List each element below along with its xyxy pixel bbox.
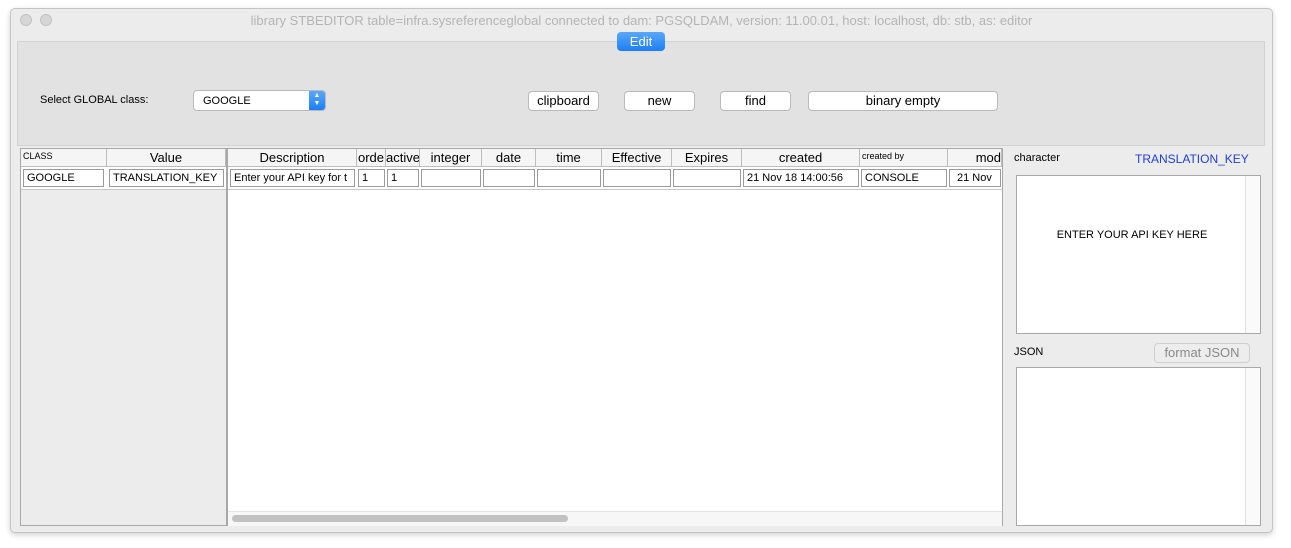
character-value: ENTER YOUR API KEY HERE bbox=[1056, 229, 1208, 241]
title-bar: library STBEDITOR table=infra.sysreferen… bbox=[11, 9, 1272, 31]
class-table: CLASS Value GOOGLE TRANSLATION_KEY bbox=[20, 148, 227, 526]
order-cell[interactable]: 1 bbox=[358, 169, 385, 187]
json-label: JSON bbox=[1014, 346, 1044, 358]
effective-cell[interactable] bbox=[603, 169, 671, 187]
date-cell[interactable] bbox=[483, 169, 535, 187]
integer-cell[interactable] bbox=[421, 169, 481, 187]
column-header-order[interactable]: orde bbox=[357, 149, 386, 167]
class-select[interactable]: GOOGLE ▲ ▼ bbox=[193, 90, 326, 111]
find-button[interactable]: find bbox=[720, 91, 791, 111]
reference-table: Description orde active integer date tim… bbox=[227, 148, 1003, 526]
column-header-effective[interactable]: Effective bbox=[602, 149, 672, 167]
value-cell[interactable]: TRANSLATION_KEY bbox=[109, 169, 224, 187]
json-textarea[interactable] bbox=[1016, 367, 1261, 526]
column-header-date[interactable]: date bbox=[482, 149, 536, 167]
column-header-created[interactable]: created bbox=[742, 149, 860, 167]
select-class-label: Select GLOBAL class: bbox=[40, 94, 149, 106]
column-header-class[interactable]: CLASS bbox=[21, 149, 107, 167]
class-select-value: GOOGLE bbox=[203, 95, 251, 107]
description-cell[interactable]: Enter your API key for t bbox=[230, 169, 355, 187]
character-label: character bbox=[1014, 152, 1060, 164]
modified-cell[interactable]: 21 Nov bbox=[949, 169, 1001, 187]
expires-cell[interactable] bbox=[673, 169, 741, 187]
window-title: library STBEDITOR table=infra.sysreferen… bbox=[250, 13, 1033, 28]
updown-arrows-icon: ▲ ▼ bbox=[309, 91, 325, 110]
created-by-cell[interactable]: CONSOLE bbox=[861, 169, 947, 187]
column-header-created-by[interactable]: created by bbox=[860, 149, 948, 167]
column-header-integer[interactable]: integer bbox=[420, 149, 482, 167]
created-cell[interactable]: 21 Nov 18 14:00:56 bbox=[743, 169, 859, 187]
column-header-time[interactable]: time bbox=[536, 149, 602, 167]
column-header-active[interactable]: active bbox=[386, 149, 420, 167]
character-textarea[interactable]: ENTER YOUR API KEY HERE bbox=[1016, 175, 1261, 334]
class-cell[interactable]: GOOGLE bbox=[23, 169, 104, 187]
new-button[interactable]: new bbox=[624, 91, 695, 111]
horizontal-scrollbar[interactable] bbox=[228, 511, 1002, 526]
column-header-description[interactable]: Description bbox=[228, 149, 357, 167]
binary-empty-button[interactable]: binary empty bbox=[808, 91, 998, 111]
clipboard-button[interactable]: clipboard bbox=[528, 91, 599, 111]
column-header-value[interactable]: Value bbox=[107, 149, 226, 167]
column-header-modified[interactable]: mod bbox=[948, 149, 1002, 167]
app-window: library STBEDITOR table=infra.sysreferen… bbox=[10, 8, 1273, 533]
active-cell[interactable]: 1 bbox=[387, 169, 419, 187]
scrollbar-thumb[interactable] bbox=[232, 515, 568, 522]
vertical-scrollbar[interactable] bbox=[1245, 176, 1260, 333]
format-json-button[interactable]: format JSON bbox=[1154, 343, 1250, 363]
column-header-expires[interactable]: Expires bbox=[672, 149, 742, 167]
vertical-scrollbar[interactable] bbox=[1245, 368, 1260, 525]
key-name-label: TRANSLATION_KEY bbox=[1135, 152, 1249, 166]
tab-edit[interactable]: Edit bbox=[617, 32, 665, 51]
time-cell[interactable] bbox=[537, 169, 601, 187]
